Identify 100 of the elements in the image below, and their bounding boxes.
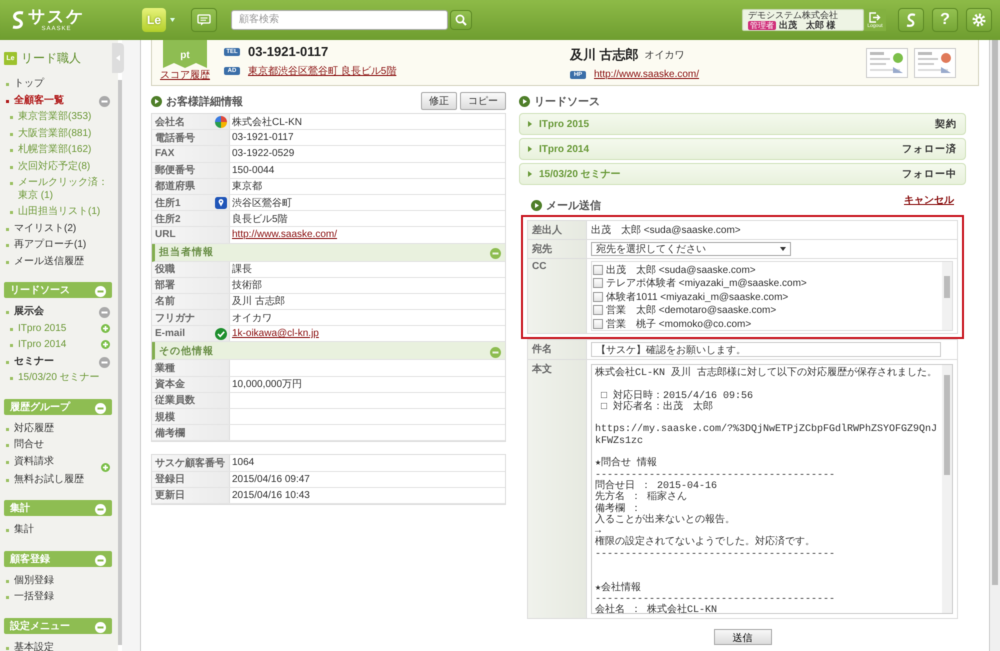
field-label: 従業員数	[155, 394, 195, 408]
checkbox[interactable]	[593, 318, 603, 329]
field-label: FAX	[155, 148, 174, 160]
field-value: 良長ビル5階	[232, 212, 288, 226]
action-button[interactable]: コピー	[460, 92, 506, 110]
chat-icon	[197, 14, 211, 26]
brand-button[interactable]	[898, 8, 924, 32]
add-icon[interactable]	[101, 340, 110, 349]
address-link[interactable]: 東京都渋谷区鶯谷町 良長ビル5階	[248, 64, 396, 78]
section-title: リードソース	[10, 284, 70, 297]
contact-name: 及川 古志郎	[570, 46, 639, 64]
collapse-icon[interactable]	[95, 402, 106, 414]
contact-kana: オイカワ	[644, 49, 685, 62]
nav-link[interactable]: 問合せ	[4, 437, 44, 454]
field-label: CC	[528, 259, 586, 333]
scrollbar[interactable]	[942, 365, 952, 613]
body-text-line: 株式会社CL-KN 及川 古志郎様に対して以下の対応履歴が保存されました。	[595, 368, 938, 380]
collapse-icon[interactable]	[95, 622, 106, 632]
accordion-header[interactable]: ITpro 2015 契約	[519, 113, 966, 135]
nav-link[interactable]: 集計	[4, 522, 34, 538]
nav-link[interactable]: 展示会	[4, 304, 44, 320]
nav-link[interactable]: メール送信履歴	[4, 254, 84, 270]
checkbox[interactable]	[593, 305, 603, 316]
field-value: 03-1921-0117	[232, 132, 294, 144]
field-label: 件名	[528, 340, 586, 359]
body-text-line: 会社名 ： 株式会社CL-KN	[595, 605, 718, 617]
cc-option-label: テレアポ体験者 <miyazaki_m@saaske.com>	[606, 276, 807, 290]
field-label: 住所2	[155, 212, 181, 226]
arrow-circle-icon	[531, 200, 542, 211]
nav-link[interactable]: 全顧客一覧	[4, 92, 64, 109]
section-title: 顧客登録	[10, 552, 50, 566]
nav-link[interactable]: 再アプローチ(1)	[4, 237, 86, 254]
recipient-select[interactable]: 宛先を選択してください	[591, 242, 791, 256]
phone-number: 03-1921-0117	[248, 44, 328, 59]
scrollbar[interactable]	[942, 262, 952, 330]
add-icon[interactable]	[101, 324, 110, 332]
nav-link[interactable]: 一括登録	[4, 589, 54, 606]
nav-link[interactable]: 基本設定	[4, 640, 54, 651]
section-title: 設定メニュー	[10, 619, 70, 632]
nav-link[interactable]: トップ	[4, 76, 44, 92]
field-value: オイカワ	[232, 312, 272, 325]
field-label: 備考欄	[155, 426, 185, 440]
app-title: リード職人	[21, 50, 81, 66]
search-icon	[455, 14, 467, 26]
field-value: 技術部	[232, 278, 262, 292]
nav-link[interactable]: 無料お試し履歴	[4, 472, 84, 488]
nav-link[interactable]: セミナー	[4, 354, 54, 370]
body-text-line: ----------------------------------------	[595, 548, 836, 560]
chat-button[interactable]	[191, 8, 217, 32]
checkbox[interactable]	[593, 264, 603, 275]
body-text-line: 備考欄 ：	[595, 504, 642, 515]
collapse-icon[interactable]	[490, 346, 501, 358]
nav-link[interactable]: 対応履歴	[4, 420, 54, 437]
settings-button[interactable]	[966, 8, 992, 32]
checkbox[interactable]	[593, 292, 603, 302]
scrollbar[interactable]	[118, 80, 122, 645]
add-icon[interactable]	[101, 462, 110, 472]
body-field[interactable]	[591, 364, 953, 614]
homepage-link[interactable]: http://www.saaske.com/	[594, 69, 700, 80]
cc-option-label: 出茂 太郎 <suda@saaske.com>	[606, 264, 756, 277]
body-text-line: ----------------------------------------	[595, 470, 836, 481]
section-heading: メール送信	[546, 198, 601, 213]
nav-link[interactable]: 個別登録	[4, 572, 54, 589]
collapse-icon[interactable]	[99, 96, 110, 106]
collapse-icon[interactable]	[95, 286, 106, 297]
action-button[interactable]: 修正	[421, 92, 457, 110]
collapse-icon[interactable]	[99, 307, 110, 318]
caret-icon	[170, 18, 175, 22]
checkbox[interactable]	[593, 278, 603, 288]
scrollbar[interactable]	[990, 40, 1000, 651]
swirl-icon	[905, 12, 917, 28]
field-label: URL	[155, 229, 176, 240]
field-label: 部署	[155, 278, 175, 292]
nav-link[interactable]: 資料請求	[4, 454, 54, 470]
source-name: 15/03/20 セミナー	[539, 168, 622, 181]
accordion-header[interactable]: ITpro 2014 フォロー済	[519, 138, 966, 160]
user-name: 出茂 太郎 様	[779, 20, 836, 30]
section-heading: リードソース	[534, 94, 600, 108]
cc-option-label: 営業 桃子 <momoko@co.com>	[606, 318, 752, 331]
collapse-icon[interactable]	[95, 554, 106, 566]
email-link[interactable]: 1k-oikawa@cl-kn.jp	[232, 328, 319, 340]
status-label: フォロー済	[902, 142, 957, 156]
search-button[interactable]	[450, 10, 472, 30]
cc-option-label: 営業 太郎 <demotaro@saaske.com>	[606, 304, 776, 318]
collapse-icon[interactable]	[99, 356, 110, 368]
value-link[interactable]: http://www.saaske.com/	[232, 229, 338, 240]
body-text-line: 問合せ日 ： 2015-04-16	[595, 480, 718, 492]
send-button[interactable]: 送信	[714, 629, 772, 645]
accordion-header[interactable]: 15/03/20 セミナー フォロー中	[519, 163, 966, 185]
field-value: 1064	[232, 457, 254, 468]
cancel-link[interactable]: キャンセル	[904, 193, 954, 207]
field-value: 2015/04/16 09:47	[232, 474, 310, 485]
field-label: 住所1	[155, 196, 181, 210]
nav-link[interactable]: マイリスト(2)	[4, 220, 76, 237]
subject-field[interactable]: 【サスケ】確認をお願いします。	[591, 342, 941, 357]
color-circle-icon	[215, 116, 227, 128]
collapse-tab[interactable]	[112, 43, 124, 73]
score-history-link[interactable]: スコア履歴	[160, 68, 210, 82]
collapse-icon[interactable]	[490, 248, 501, 259]
collapse-icon[interactable]	[95, 504, 106, 515]
